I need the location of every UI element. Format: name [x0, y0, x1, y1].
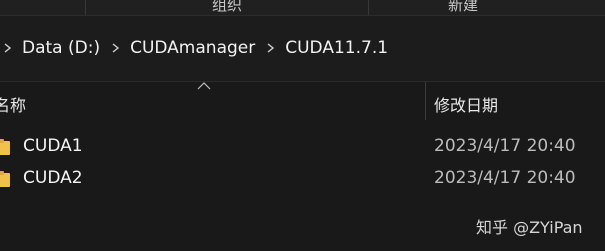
column-header: 名称 修改日期: [0, 82, 605, 120]
breadcrumb-item-cuda1171[interactable]: CUDA11.7.1: [285, 38, 388, 58]
breadcrumb-item-cudamanager[interactable]: CUDAmanager: [130, 38, 255, 58]
file-name[interactable]: CUDA1: [23, 136, 83, 156]
watermark: 知乎 @ZYiPan: [476, 218, 583, 237]
breadcrumb: Data (D:) CUDAmanager CUDA11.7.1: [0, 36, 388, 60]
ribbon-organize-button[interactable]: 组织: [187, 0, 267, 15]
file-date-modified: 2023/4/17 20:40: [434, 168, 576, 188]
ribbon-toolbar: 组织 新建: [0, 0, 605, 16]
chevron-right-icon[interactable]: [4, 43, 12, 53]
column-header-name[interactable]: 名称: [0, 92, 26, 116]
folder-icon: [0, 139, 10, 155]
chevron-right-icon[interactable]: [112, 43, 120, 53]
list-item[interactable]: CUDA2 2023/4/17 20:40: [0, 164, 605, 194]
sort-ascending-icon: [197, 82, 211, 90]
file-name[interactable]: CUDA2: [23, 168, 83, 188]
column-divider[interactable]: [425, 82, 426, 120]
file-date-modified: 2023/4/17 20:40: [434, 136, 576, 156]
ribbon-separator: [368, 0, 369, 15]
column-header-date-modified[interactable]: 修改日期: [434, 92, 498, 116]
list-item[interactable]: CUDA1 2023/4/17 20:40: [0, 132, 605, 162]
chevron-right-icon[interactable]: [267, 43, 275, 53]
ribbon-separator: [85, 0, 86, 15]
ribbon-new-button[interactable]: 新建: [423, 0, 503, 15]
folder-icon: [0, 171, 10, 187]
breadcrumb-item-drive[interactable]: Data (D:): [22, 38, 100, 58]
